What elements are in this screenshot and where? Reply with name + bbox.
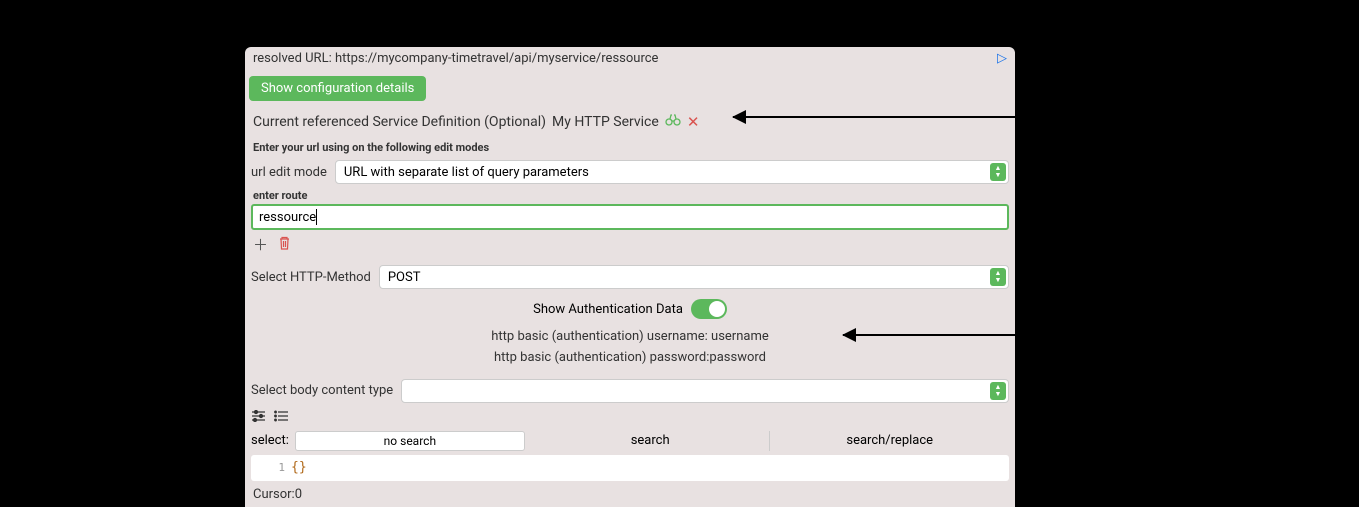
binoculars-icon[interactable] [665,113,681,131]
auth-toggle[interactable] [691,299,727,319]
select-label: select: [251,433,289,448]
http-method-row: Select HTTP-Method POST ▲▼ [245,259,1015,293]
annotation-arrow [733,116,1015,118]
http-method-select[interactable]: POST ▲▼ [379,265,1009,289]
close-icon[interactable]: ✕ [687,113,700,131]
no-search-segment[interactable]: no search [295,431,525,451]
search-replace-segment[interactable]: search/replace [769,431,1009,451]
show-config-details-button[interactable]: Show configuration details [249,76,426,101]
url-edit-mode-label: url edit mode [251,165,327,180]
auth-toggle-row: Show Authentication Data [245,293,1015,325]
service-def-name: My HTTP Service [552,114,659,130]
cursor-status: Cursor:0 [245,483,1015,506]
resolved-url-row: resolved URL: https://mycompany-timetrav… [245,47,1015,70]
service-def-label: Current referenced Service Definition (O… [253,114,546,130]
body-type-select[interactable]: ▲▼ [401,379,1009,403]
play-icon[interactable]: ▷ [997,51,1007,66]
annotation-arrow [843,334,1015,336]
settings-sliders-icon[interactable] [251,410,266,426]
http-method-label: Select HTTP-Method [251,270,371,285]
body-type-label: Select body content type [251,383,393,398]
url-edit-mode-row: url edit mode URL with separate list of … [245,158,1015,186]
trash-icon[interactable] [278,236,291,254]
route-input[interactable]: ressource [251,204,1009,230]
select-arrows-icon: ▲▼ [990,163,1006,181]
line-number: 1 [251,461,291,474]
plus-icon[interactable]: ＋ [253,234,268,255]
code-content: {} [291,460,307,475]
resolved-url-text: resolved URL: https://mycompany-timetrav… [253,51,658,66]
auth-credentials: http basic (authentication) username: us… [245,325,1015,377]
enter-route-label: enter route [245,186,1015,204]
list-icon[interactable] [274,410,289,426]
editor-tool-icons [245,407,1015,429]
service-definition-row: Current referenced Service Definition (O… [245,107,1015,137]
search-mode-row: select: no search search search/replace [245,429,1015,453]
edit-mode-hint: Enter your url using on the following ed… [245,137,1015,158]
url-edit-mode-select[interactable]: URL with separate list of query paramete… [335,160,1009,184]
code-editor[interactable]: 1 {} [251,455,1009,481]
auth-toggle-label: Show Authentication Data [533,302,683,317]
body-content-type-row: Select body content type ▲▼ [245,377,1015,407]
select-arrows-icon: ▲▼ [990,382,1006,400]
auth-password-line: http basic (authentication) password:pas… [245,348,1015,369]
search-segment[interactable]: search [531,431,770,451]
auth-username-line: http basic (authentication) username: us… [245,327,1015,348]
add-remove-row: ＋ [245,230,1015,259]
select-arrows-icon: ▲▼ [990,268,1006,286]
